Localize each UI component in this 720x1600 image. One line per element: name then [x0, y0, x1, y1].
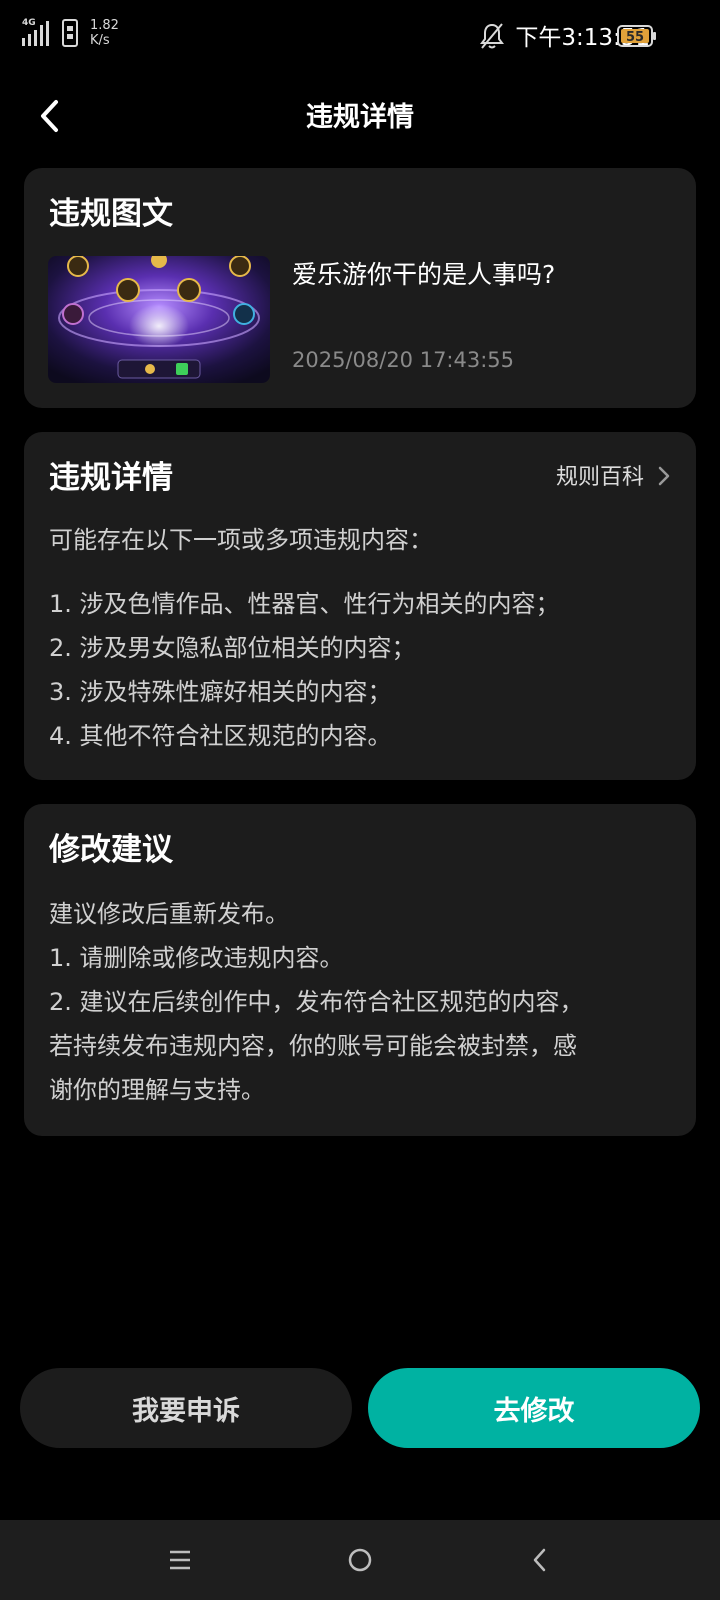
home-icon[interactable]	[342, 1542, 378, 1578]
violation-list: 1. 涉及色情作品、性器官、性行为相关的内容； 2. 涉及男女隐私部位相关的内容…	[49, 582, 560, 758]
back-icon[interactable]	[522, 1542, 558, 1578]
violation-intro: 可能存在以下一项或多项违规内容：	[49, 526, 433, 554]
list-item: 4. 其他不符合社区规范的内容。	[49, 722, 392, 750]
post-title: 爱乐游你干的是人事吗?	[292, 260, 556, 289]
bell-muted-icon	[479, 22, 505, 54]
suggestion-line: 2. 建议在后续创作中，发布符合社区规范的内容，	[49, 988, 584, 1016]
network-speed: 1.82 K/s	[90, 18, 119, 48]
violation-details-card: 违规详情 规则百科 可能存在以下一项或多项违规内容： 1. 涉及色情作品、性器官…	[24, 432, 696, 780]
header: 违规详情	[0, 82, 720, 154]
violation-content-card: 违规图文 爱乐游你干的是人事吗? 2025/08/20 17:43:55	[24, 168, 696, 408]
modify-button[interactable]: 去修改	[368, 1368, 700, 1448]
appeal-button[interactable]: 我要申诉	[20, 1368, 352, 1448]
rules-link-label: 规则百科	[555, 465, 644, 490]
suggestion-line: 谢你的理解与支持。	[49, 1076, 265, 1104]
list-item: 3. 涉及特殊性癖好相关的内容；	[49, 678, 392, 706]
rules-encyclopedia-link[interactable]: 规则百科	[556, 462, 670, 494]
speed-value: 1.82	[90, 18, 119, 33]
suggestion-card: 修改建议 建议修改后重新发布。 1. 请删除或修改违规内容。 2. 建议在后续创…	[24, 804, 696, 1136]
suggestion-line: 建议修改后重新发布。	[49, 900, 289, 928]
network-type: 4G	[22, 18, 36, 28]
battery-icon: 55	[617, 25, 656, 47]
suggestion-line: 若持续发布违规内容，你的账号可能会被封禁，感	[49, 1032, 577, 1060]
chevron-right-icon	[658, 466, 670, 490]
list-item: 2. 涉及男女隐私部位相关的内容；	[49, 634, 416, 662]
sim-icon	[62, 19, 78, 47]
suggestion-line: 1. 请删除或修改违规内容。	[49, 944, 344, 972]
page-title: 违规详情	[306, 102, 414, 133]
speed-unit: K/s	[90, 33, 110, 48]
card-title: 修改建议	[49, 832, 173, 868]
suggestion-text: 建议修改后重新发布。 1. 请删除或修改违规内容。 2. 建议在后续创作中，发布…	[49, 892, 669, 1112]
status-left: 4G 1.82 K/s	[22, 18, 119, 48]
status-bar: 4G 1.82 K/s 下午3:13:51 55	[0, 0, 720, 72]
card-title: 违规详情	[49, 460, 173, 496]
system-nav-bar	[0, 1520, 720, 1600]
signal-icon: 4G	[22, 18, 54, 48]
post-thumbnail[interactable]	[48, 256, 270, 383]
menu-icon[interactable]	[162, 1542, 198, 1578]
card-title: 违规图文	[49, 196, 173, 232]
list-item: 1. 涉及色情作品、性器官、性行为相关的内容；	[49, 590, 560, 618]
post-date: 2025/08/20 17:43:55	[292, 348, 515, 372]
battery-level: 55	[626, 30, 644, 45]
